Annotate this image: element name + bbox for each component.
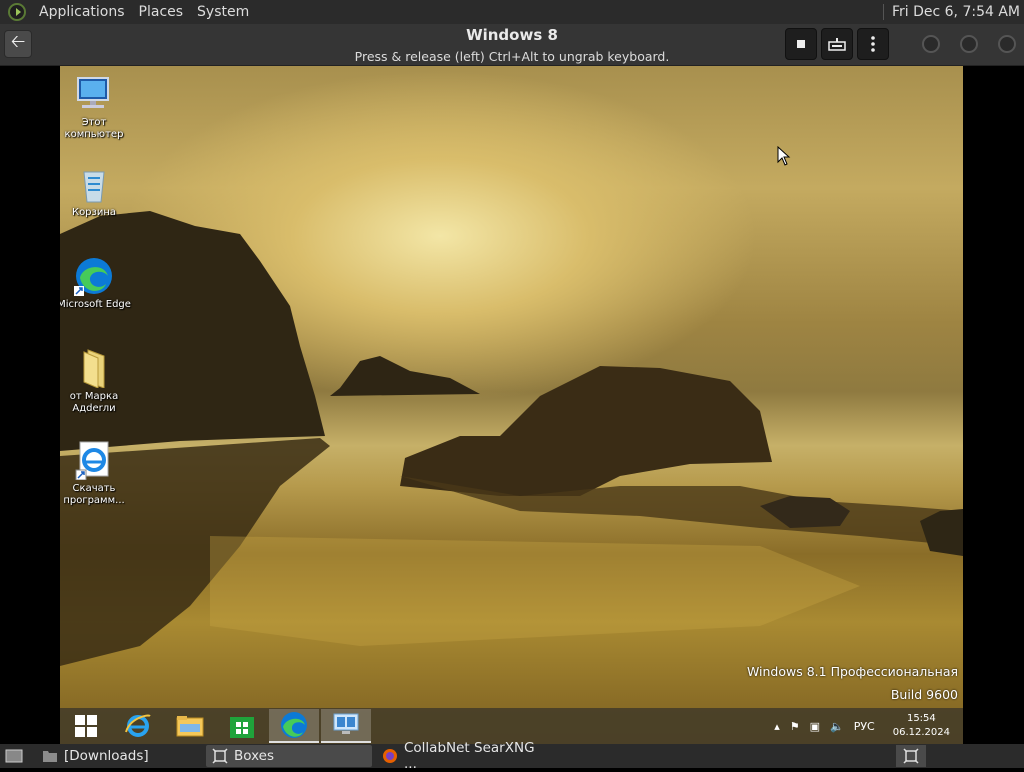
keyboard-icon <box>828 38 846 51</box>
task-downloads[interactable]: [Downloads] <box>36 745 202 767</box>
folder-icon <box>43 751 57 762</box>
show-hidden-icons-icon[interactable]: ▴ <box>769 720 785 733</box>
windows-build-watermark: Build 9600 <box>890 687 958 702</box>
menu-system[interactable]: System <box>190 4 256 20</box>
show-desktop-icon <box>5 749 23 763</box>
desktop-icon-label: от Марка Адderли <box>69 391 119 414</box>
desktop-icon-folder[interactable]: от Марка Адderли <box>60 348 132 415</box>
volume-icon[interactable]: 🔈 <box>825 720 849 733</box>
task-label: Boxes <box>234 748 275 764</box>
panel-clock[interactable]: Fri Dec 6, 7:54 AM <box>882 4 1024 20</box>
windows-clock-time: 15:54 <box>906 713 936 724</box>
stop-icon <box>797 40 805 48</box>
minimize-window-button[interactable] <box>922 35 940 53</box>
file-explorer-icon <box>176 716 204 737</box>
ie-shortcut-icon <box>74 440 114 481</box>
menu-applications[interactable]: Applications <box>32 4 132 20</box>
menu-places[interactable]: Places <box>132 4 191 20</box>
firefox-icon <box>383 749 397 763</box>
taskbar-store[interactable] <box>216 709 268 743</box>
desktop-icon-recycle-bin[interactable]: Корзина <box>60 164 132 219</box>
taskbar-internet-explorer[interactable] <box>112 709 164 743</box>
desktop-icon-download-shortcut[interactable]: Скачать программ... <box>60 440 132 507</box>
mouse-cursor-icon <box>777 146 791 166</box>
show-desktop-button[interactable] <box>2 745 26 767</box>
windows-clock[interactable]: 15:54 06.12.2024 <box>880 712 963 740</box>
boxes-icon <box>903 748 919 764</box>
bottom-panel: [Downloads] Boxes CollabNet SearXNG ... <box>0 740 1024 772</box>
windows-clock-date: 06.12.2024 <box>892 727 950 738</box>
desktop-icon-edge[interactable]: Microsoft Edge <box>60 256 132 311</box>
system-tray: ▴ ⚑ ▣ 🔈 РУС 15:54 06.12.2024 <box>769 708 963 744</box>
windows-edition-watermark: Windows 8.1 Профессиональная <box>746 664 958 679</box>
kebab-menu-icon <box>871 36 875 52</box>
stop-button[interactable] <box>785 28 817 60</box>
network-icon[interactable]: ▣ <box>805 720 825 733</box>
taskbar-remote-desktop[interactable] <box>321 709 371 743</box>
edge-icon <box>281 712 307 738</box>
desktop-icon-this-pc[interactable]: Этот компьютер <box>60 74 132 141</box>
menu-button[interactable] <box>857 28 889 60</box>
task-label: CollabNet SearXNG ... <box>404 740 535 772</box>
windows-logo-icon <box>75 715 97 737</box>
desktop-icon-label: Скачать программ... <box>63 483 125 506</box>
remote-desktop-icon <box>333 713 359 734</box>
desktop-icon-label: Корзина <box>71 207 117 218</box>
top-panel: Applications Places System Fri Dec 6, 7:… <box>0 0 1024 24</box>
store-icon <box>230 717 254 738</box>
keyboard-button[interactable] <box>821 28 853 60</box>
workspace-switcher[interactable] <box>896 745 926 767</box>
recycle-bin-icon <box>74 164 114 204</box>
boxes-header: 🡠 Windows 8 Press & release (left) Ctrl+… <box>0 24 1024 66</box>
boxes-icon <box>212 748 228 764</box>
taskbar-edge[interactable] <box>269 709 319 743</box>
distro-logo-icon[interactable] <box>8 3 26 21</box>
computer-icon <box>74 74 114 114</box>
taskbar-file-explorer[interactable] <box>164 709 216 743</box>
start-button[interactable] <box>60 709 112 743</box>
language-indicator[interactable]: РУС <box>849 720 880 733</box>
internet-explorer-icon <box>125 714 151 737</box>
close-window-button[interactable] <box>998 35 1016 53</box>
edge-icon <box>74 256 114 296</box>
task-label: [Downloads] <box>64 748 149 764</box>
wallpaper <box>60 211 963 666</box>
action-center-flag-icon[interactable]: ⚑ <box>785 720 805 733</box>
maximize-window-button[interactable] <box>960 35 978 53</box>
task-boxes[interactable]: Boxes <box>206 745 372 767</box>
desktop-icon-label: Этот компьютер <box>64 117 124 140</box>
windows-taskbar: ▴ ⚑ ▣ 🔈 РУС 15:54 06.12.2024 <box>60 708 963 744</box>
task-firefox[interactable]: CollabNet SearXNG ... <box>376 740 556 772</box>
folder-icon <box>74 348 114 389</box>
vm-display[interactable]: Этот компьютер Корзина Microsoft Edge от… <box>60 66 963 744</box>
desktop-icon-label: Microsoft Edge <box>60 299 131 310</box>
